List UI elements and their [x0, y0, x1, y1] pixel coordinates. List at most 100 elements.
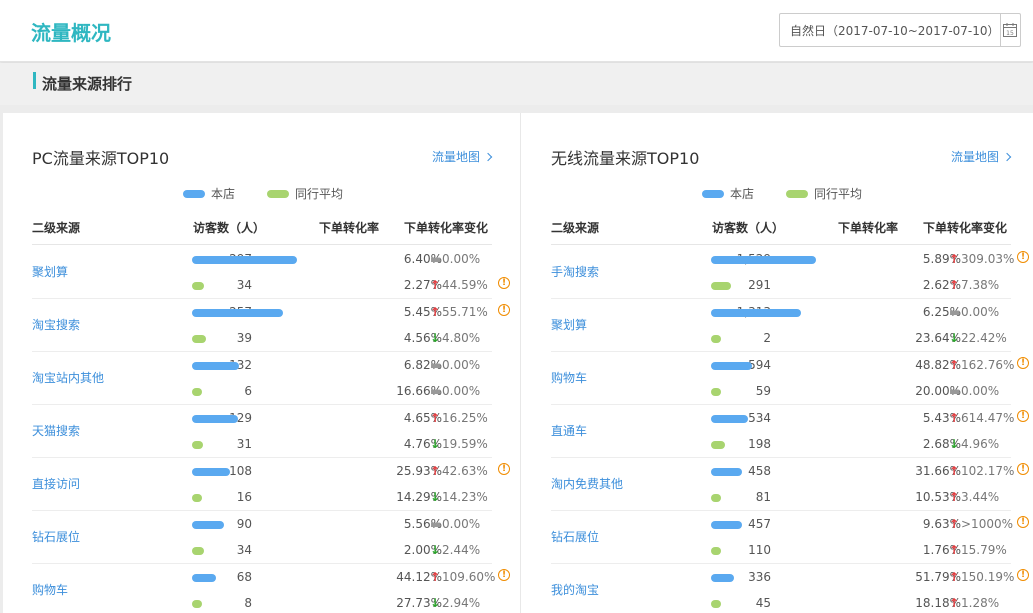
conversion-change: ▬0.00% — [430, 358, 480, 372]
legend-swatch-peer — [786, 189, 809, 198]
visitor-count: 81 — [755, 490, 771, 504]
conversion-change-value: 0.00% — [442, 358, 481, 372]
arrow-up-icon: ↑ — [430, 278, 441, 292]
store-metrics-line: 129 4.65% ↑ 16.25% — [32, 405, 552, 431]
warning-icon[interactable]: ! — [1017, 357, 1029, 369]
conversion-change-value: 0.00% — [442, 517, 481, 531]
conversion-change-value: 55.71% — [442, 305, 488, 319]
peer-visitor-bar — [192, 441, 203, 449]
peer-visitor-bar — [711, 441, 725, 449]
peer-metrics-line: 34 2.27% ↑ 44.59%! — [32, 272, 552, 298]
conversion-change: ↑ 55.71% — [430, 305, 488, 319]
peer-metrics-line: 291 2.62% ↑ 7.38% — [551, 272, 1033, 298]
peer-metrics-line: 59 20.00% ▬0.00% — [551, 378, 1033, 404]
warning-icon[interactable]: ! — [1017, 463, 1029, 475]
store-visitor-bar — [192, 468, 230, 476]
conversion-change: ↑ 7.38% — [949, 278, 999, 292]
conversion-change-value: 16.25% — [442, 411, 488, 425]
legend-label-peer: 同行平均 — [814, 187, 863, 201]
warning-icon[interactable]: ! — [1017, 410, 1029, 422]
traffic-map-link[interactable]: 流量地图 — [951, 148, 1012, 165]
store-visitor-bar — [192, 521, 224, 529]
warning-icon[interactable]: ! — [498, 277, 510, 289]
conversion-change: ↑ 16.25% — [430, 411, 488, 425]
store-visitor-bar — [192, 309, 283, 317]
legend-swatch-peer — [267, 189, 290, 198]
store-metrics-line: 108 25.93% ↑ 42.63%! — [32, 458, 552, 484]
store-metrics-line: 1,5295.89%↑309.03%! — [551, 246, 1033, 272]
warning-icon[interactable]: ! — [1017, 516, 1029, 528]
conversion-change: ↑ 102.17% — [949, 464, 1014, 478]
store-metrics-line: 534 5.43% ↑ 614.47%! — [551, 405, 1033, 431]
store-visitor-bar — [192, 574, 216, 582]
traffic-map-link[interactable]: 流量地图 — [432, 148, 493, 165]
column-header-source: 二级来源 — [551, 221, 600, 235]
warning-icon[interactable]: ! — [498, 569, 510, 581]
column-header-conversion: 下单转化率 — [838, 221, 899, 235]
dash-icon: ▬ — [949, 305, 961, 319]
visitor-count: 110 — [748, 543, 771, 557]
table-row: 钻石展位 457 9.63% ↑ >1000%! 110 1.76% ↑ 15.79% — [551, 511, 1029, 564]
traffic-map-link-label[interactable]: 流量地图 — [432, 150, 480, 164]
column-header-visitors: 访客数（人） — [193, 221, 266, 235]
store-visitor-bar — [711, 468, 742, 476]
store-metrics-line: 90 5.56% ▬0.00% — [32, 511, 552, 537]
visitor-count: 2 — [763, 331, 771, 345]
dash-icon: ▬ — [430, 252, 442, 266]
table-row: 天猫搜索 129 4.65% ↑ 16.25% 31 4.76% ↓ 19.59% — [32, 405, 492, 458]
store-metrics-line: 2575.45%↑55.71%! — [32, 299, 552, 325]
warning-icon[interactable]: ! — [498, 304, 510, 316]
store-metrics-line: 457 9.63% ↑ >1000%! — [551, 511, 1033, 537]
legend-label-peer: 同行平均 — [295, 187, 344, 201]
arrow-up-icon: ↑ — [949, 570, 960, 584]
store-visitor-bar — [192, 256, 297, 264]
legend-label-store: 本店 — [211, 187, 236, 201]
store-visitor-bar — [711, 521, 742, 529]
calendar-icon[interactable]: 15 — [999, 14, 1020, 46]
table-row: 手淘搜索1,5295.89%↑309.03%!2912.62%↑7.38% — [551, 246, 1029, 299]
conversion-change-value: 0.00% — [442, 252, 481, 266]
warning-icon[interactable]: ! — [1017, 251, 1029, 263]
peer-visitor-bar — [711, 547, 721, 555]
peer-metrics-line: 31 4.76% ↓ 19.59% — [32, 431, 552, 457]
date-picker[interactable]: 自然日（2017-07-10~2017-07-10） 15 — [779, 13, 1021, 47]
conversion-change: ↓ 4.80% — [430, 331, 480, 345]
arrow-up-icon: ↑ — [430, 305, 441, 319]
visitor-count: 291 — [748, 278, 771, 292]
dash-icon: ▬ — [949, 384, 961, 398]
store-metrics-line: 594 48.82% ↑ 162.76%! — [551, 352, 1033, 378]
arrow-up-icon: ↑ — [430, 411, 441, 425]
visitor-count: 6 — [244, 384, 252, 398]
peer-visitor-bar — [711, 335, 721, 343]
arrow-up-icon: ↑ — [430, 464, 441, 478]
legend-swatch-store — [702, 189, 724, 198]
conversion-change: ↑ 162.76% — [949, 358, 1014, 372]
dash-icon: ▬ — [430, 384, 442, 398]
date-range-text[interactable]: 自然日（2017-07-10~2017-07-10） — [780, 22, 1000, 39]
conversion-change-value: 0.00% — [961, 305, 1000, 319]
conversion-change-value: 0.00% — [442, 384, 481, 398]
store-visitor-bar — [711, 309, 801, 317]
peer-metrics-line: 2 23.64% ↓ 22.42% — [551, 325, 1033, 351]
warning-icon[interactable]: ! — [1017, 569, 1029, 581]
arrow-down-icon: ↓ — [430, 437, 441, 451]
arrow-down-icon: ↓ — [949, 331, 960, 345]
store-metrics-line: 132 6.82% ▬0.00% — [32, 352, 552, 378]
store-visitor-bar — [711, 574, 734, 582]
arrow-up-icon: ↑ — [949, 252, 960, 266]
conversion-change: ↑ >1000% — [949, 517, 1013, 531]
warning-icon[interactable]: ! — [498, 463, 510, 475]
store-visitor-bar — [711, 415, 748, 423]
page-title: 流量概况 — [31, 21, 111, 45]
conversion-change-value: 0.00% — [961, 384, 1000, 398]
table-row: 购物车 68 44.12% ↑ 109.60%! 8 27.73% ↓ 2.94% — [32, 564, 510, 613]
store-visitor-bar — [711, 256, 816, 264]
traffic-map-link-label[interactable]: 流量地图 — [951, 150, 999, 164]
conversion-change-value: 7.38% — [961, 278, 1000, 292]
conversion-change: ↑ 15.79% — [949, 543, 1007, 557]
table-row: 购物车 594 48.82% ↑ 162.76%! 59 20.00% ▬0.00% — [551, 352, 1029, 405]
conversion-change-value: 102.17% — [961, 464, 1015, 478]
conversion-change-value: 22.42% — [961, 331, 1007, 345]
column-header-source: 二级来源 — [32, 221, 81, 235]
conversion-change: ↑ 109.60% — [430, 570, 495, 584]
